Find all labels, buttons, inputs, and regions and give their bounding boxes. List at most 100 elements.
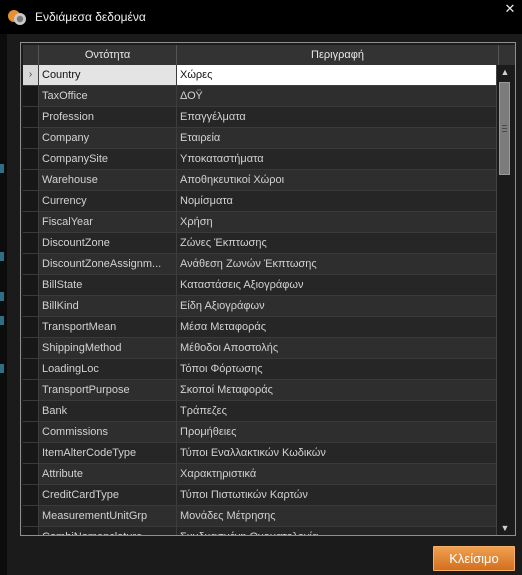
description-cell[interactable]: Εταιρεία [177,128,497,148]
entity-cell[interactable]: CreditCardType [39,485,177,505]
selected-row-indicator[interactable]: › [23,65,39,85]
row-selector[interactable] [23,401,39,421]
description-cell[interactable]: Χρήση [177,212,497,232]
entity-cell[interactable]: MeasurementUnitGrp [39,506,177,526]
description-cell[interactable]: Προμήθειες [177,422,497,442]
row-selector[interactable] [23,86,39,106]
entity-cell[interactable]: Warehouse [39,170,177,190]
description-cell[interactable]: Μέσα Μεταφοράς [177,317,497,337]
scrollbar-thumb[interactable] [499,82,510,175]
table-row[interactable]: FiscalYear Χρήση [23,212,497,233]
row-selector[interactable] [23,527,39,535]
row-selector[interactable] [23,422,39,442]
row-selector[interactable] [23,128,39,148]
entity-cell[interactable]: CombiNomenclature [39,527,177,535]
row-selector[interactable] [23,464,39,484]
table-row[interactable]: Commissions Προμήθειες [23,422,497,443]
description-cell[interactable]: ΔΟΫ [177,86,497,106]
entity-cell[interactable]: Profession [39,107,177,127]
entity-cell[interactable]: Country [39,65,177,85]
table-row[interactable]: ItemAlterCodeType Τύποι Εναλλακτικών Κωδι… [23,443,497,464]
row-selector[interactable] [23,191,39,211]
description-cell[interactable]: Χώρες [177,65,497,85]
description-cell[interactable]: Συνδυασμένη Ονοματολογία [177,527,497,535]
table-row[interactable]: Company Εταιρεία [23,128,497,149]
description-cell[interactable]: Νομίσματα [177,191,497,211]
table-row[interactable]: DiscountZoneAssignm... Ανάθεση Ζωνών Έκπτ… [23,254,497,275]
description-cell[interactable]: Ανάθεση Ζωνών Έκπτωσης [177,254,497,274]
close-icon[interactable]: ✕ [502,1,518,17]
table-row[interactable]: Attribute Χαρακτηριστικά [23,464,497,485]
table-row[interactable]: BillState Καταστάσεις Αξιογράφων [23,275,497,296]
entity-cell[interactable]: TransportPurpose [39,380,177,400]
table-row[interactable]: Bank Τράπεζες [23,401,497,422]
vertical-scrollbar[interactable]: ▲ ▼ [496,65,513,535]
row-selector[interactable] [23,506,39,526]
description-cell[interactable]: Καταστάσεις Αξιογράφων [177,275,497,295]
entity-cell[interactable]: ItemAlterCodeType [39,443,177,463]
table-row[interactable]: CreditCardType Τύποι Πιστωτικών Καρτών [23,485,497,506]
row-selector[interactable] [23,443,39,463]
entity-cell[interactable]: TaxOffice [39,86,177,106]
entity-cell[interactable]: Currency [39,191,177,211]
description-cell[interactable]: Τύποι Πιστωτικών Καρτών [177,485,497,505]
scroll-up-arrow-icon[interactable]: ▲ [497,65,513,79]
entity-cell[interactable]: Attribute [39,464,177,484]
description-cell[interactable]: Σκοποί Μεταφοράς [177,380,497,400]
table-row[interactable]: Profession Επαγγέλματα [23,107,497,128]
description-cell[interactable]: Τράπεζες [177,401,497,421]
description-cell[interactable]: Είδη Αξιογράφων [177,296,497,316]
row-selector[interactable] [23,107,39,127]
row-selector[interactable] [23,275,39,295]
description-cell[interactable]: Αποθηκευτικοί Χώροι [177,170,497,190]
description-cell[interactable]: Μέθοδοι Αποστολής [177,338,497,358]
table-row[interactable]: BillKind Είδη Αξιογράφων [23,296,497,317]
row-selector[interactable] [23,296,39,316]
close-button[interactable]: Κλείσιμο [433,546,515,571]
description-cell[interactable]: Μονάδες Μέτρησης [177,506,497,526]
row-selector[interactable] [23,254,39,274]
entity-cell[interactable]: DiscountZoneAssignm... [39,254,177,274]
table-row[interactable]: TaxOffice ΔΟΫ [23,86,497,107]
entity-cell[interactable]: DiscountZone [39,233,177,253]
row-selector[interactable] [23,317,39,337]
entity-cell[interactable]: ShippingMethod [39,338,177,358]
column-header-entity[interactable]: Οντότητα [39,45,177,65]
table-row[interactable]: CompanySite Υποκαταστήματα [23,149,497,170]
row-selector[interactable] [23,380,39,400]
description-cell[interactable]: Υποκαταστήματα [177,149,497,169]
row-selector[interactable] [23,233,39,253]
table-row[interactable]: CombiNomenclatureΣυνδυασμένη Ονοματολογί… [23,527,497,535]
description-cell[interactable]: Τύποι Εναλλακτικών Κωδικών [177,443,497,463]
entity-cell[interactable]: CompanySite [39,149,177,169]
description-cell[interactable]: Ζώνες Έκπτωσης [177,233,497,253]
scroll-down-arrow-icon[interactable]: ▼ [497,521,513,535]
row-selector[interactable] [23,212,39,232]
row-selector[interactable] [23,149,39,169]
row-selector[interactable] [23,359,39,379]
table-row[interactable]: Currency Νομίσματα [23,191,497,212]
entity-cell[interactable]: TransportMean [39,317,177,337]
table-row[interactable]: MeasurementUnitGrp Μονάδες Μέτρησης [23,506,497,527]
row-selector[interactable] [23,170,39,190]
table-row[interactable]: TransportPurpose Σκοποί Μεταφοράς [23,380,497,401]
table-row[interactable]: DiscountZone Ζώνες Έκπτωσης [23,233,497,254]
entity-cell[interactable]: BillKind [39,296,177,316]
table-row[interactable]: LoadingLoc Τόποι Φόρτωσης [23,359,497,380]
description-cell[interactable]: Χαρακτηριστικά [177,464,497,484]
table-row[interactable]: ShippingMethod Μέθοδοι Αποστολής [23,338,497,359]
entity-cell[interactable]: Commissions [39,422,177,442]
row-selector[interactable] [23,338,39,358]
entity-cell[interactable]: FiscalYear [39,212,177,232]
table-row[interactable]: Warehouse Αποθηκευτικοί Χώροι [23,170,497,191]
description-cell[interactable]: Επαγγέλματα [177,107,497,127]
column-header-description[interactable]: Περιγραφή [177,45,499,65]
entity-cell[interactable]: Bank [39,401,177,421]
row-selector[interactable] [23,485,39,505]
entity-cell[interactable]: LoadingLoc [39,359,177,379]
table-row[interactable]: › Country Χώρες [23,65,497,86]
description-cell[interactable]: Τόποι Φόρτωσης [177,359,497,379]
table-row[interactable]: TransportMean Μέσα Μεταφοράς [23,317,497,338]
entity-cell[interactable]: Company [39,128,177,148]
entity-cell[interactable]: BillState [39,275,177,295]
